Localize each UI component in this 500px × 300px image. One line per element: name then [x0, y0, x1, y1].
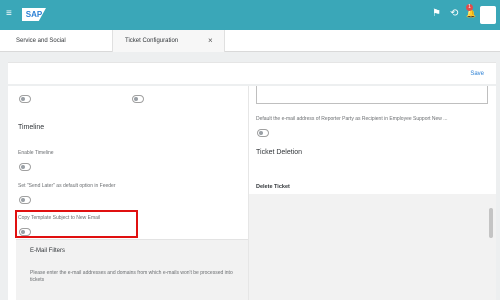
default-email-toggle[interactable] — [257, 129, 269, 137]
tab-bar: Service and Social Ticket Configuration … — [0, 30, 500, 52]
toggle-switch[interactable] — [132, 95, 144, 103]
highlight-box — [15, 210, 138, 238]
default-email-label: Default the e-mail address of Reporter P… — [256, 116, 448, 122]
history-icon[interactable]: ⟲ — [450, 9, 458, 19]
sap-logo[interactable]: SAP — [22, 8, 46, 21]
save-button[interactable]: Save — [470, 63, 484, 85]
settings-content: Timeline Enable Timeline Set "Send Later… — [8, 86, 496, 300]
delete-ticket-panel — [249, 194, 496, 300]
send-later-label: Set "Send Later" as default option in Fe… — [18, 183, 116, 189]
close-tab-icon[interactable]: × — [208, 30, 213, 52]
input-field[interactable] — [256, 86, 488, 104]
ticket-deletion-heading: Ticket Deletion — [256, 149, 303, 156]
toggle-switch[interactable] — [19, 95, 31, 103]
enable-timeline-label: Enable Timeline — [18, 150, 54, 156]
tab-label: Ticket Configuration — [125, 38, 179, 44]
timeline-heading: Timeline — [18, 124, 45, 131]
enable-timeline-toggle[interactable] — [19, 163, 31, 171]
email-filters-panel: E-Mail Filters Please enter the e-mail a… — [16, 239, 248, 300]
tab-service-and-social[interactable]: Service and Social — [16, 30, 66, 52]
email-filters-title: E-Mail Filters — [30, 248, 66, 254]
email-filters-description: Please enter the e-mail addresses and do… — [30, 270, 233, 283]
menu-icon[interactable]: ≡ — [6, 9, 12, 19]
toolbar: Save — [8, 62, 496, 84]
shell-bar: ≡ SAP ⚑ ⟲ 🔔 1 — [0, 0, 500, 30]
feedback-icon[interactable]: ⚑ — [432, 9, 441, 19]
send-later-toggle[interactable] — [19, 196, 31, 204]
delete-ticket-label: Delete Ticket — [256, 184, 290, 190]
notification-badge: 1 — [466, 4, 473, 11]
avatar[interactable] — [480, 6, 496, 24]
scrollbar[interactable] — [489, 208, 493, 238]
